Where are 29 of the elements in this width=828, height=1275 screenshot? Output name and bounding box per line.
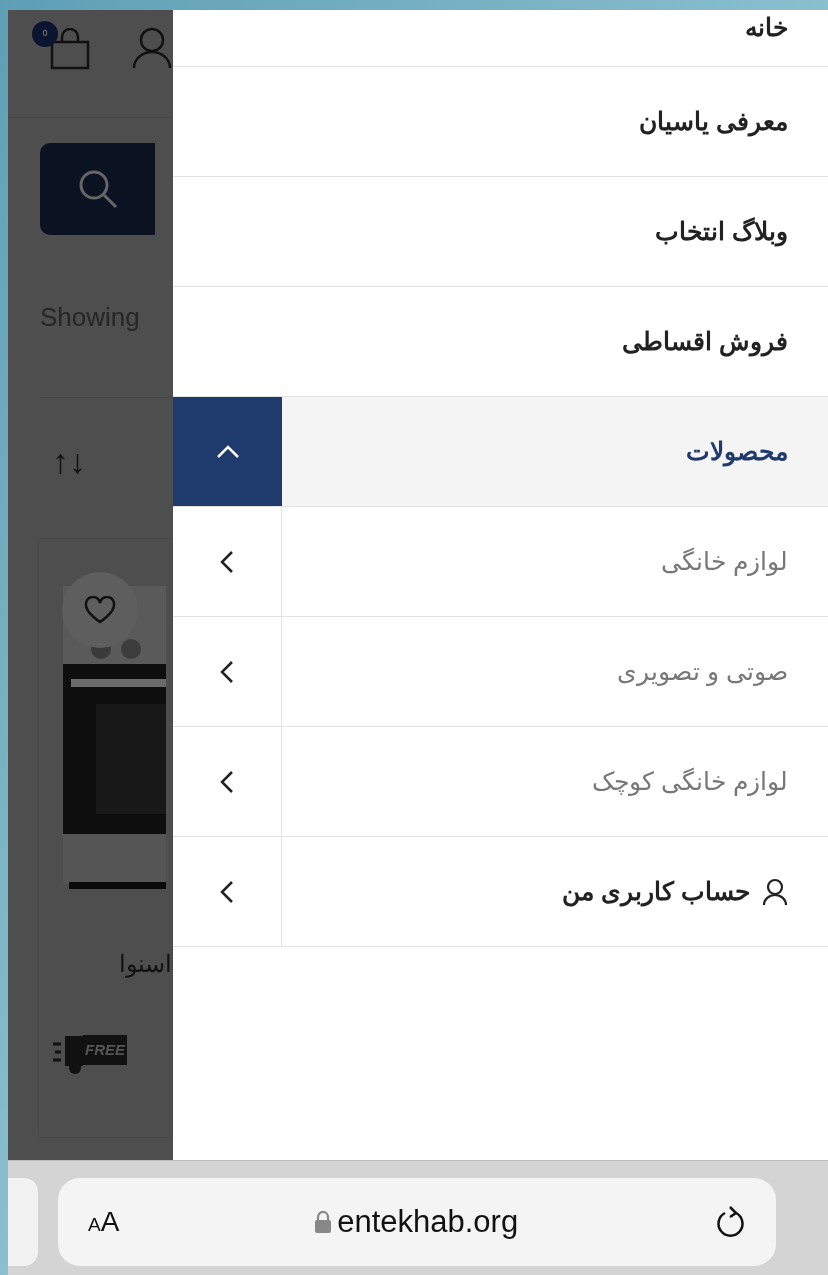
search-button[interactable] [40, 143, 155, 235]
menu-item[interactable]: حساب کاربری من [562, 872, 750, 911]
menu-item[interactable]: فروش اقساطی [622, 322, 788, 361]
shopping-bag-icon[interactable] [48, 28, 92, 70]
free-shipping-badge: FREE [83, 1035, 127, 1065]
chevron-up-icon [215, 444, 240, 459]
menu-item[interactable]: خانه [745, 10, 788, 42]
text-size-button[interactable]: AA [88, 1201, 120, 1243]
tab-pill[interactable] [8, 1178, 38, 1266]
cart-count-badge: 0 [32, 21, 58, 47]
product-title: اسنوا [119, 949, 172, 980]
user-icon[interactable] [132, 26, 172, 68]
menu-item[interactable]: لوازم خانگی کوچک [592, 762, 788, 801]
chevron-left-icon [220, 659, 234, 684]
address-bar[interactable]: AA entekhab.org [58, 1178, 776, 1266]
menu-item[interactable]: محصولات [686, 432, 788, 471]
collapse-button[interactable] [173, 397, 282, 506]
url-text: entekhab.org [337, 1202, 519, 1241]
menu-item[interactable]: لوازم خانگی [661, 542, 788, 581]
menu-item[interactable]: معرفی یاسیان [639, 102, 788, 141]
user-icon [762, 877, 788, 906]
heart-icon [84, 596, 116, 624]
chevron-left-icon [220, 879, 234, 904]
menu-item[interactable]: وبلاگ انتخاب [655, 212, 788, 251]
chevron-left-icon [220, 549, 234, 574]
lock-icon [315, 1211, 332, 1233]
menu-item[interactable]: صوتی و تصویری [617, 652, 788, 691]
chevron-left-icon [220, 769, 234, 794]
reload-icon[interactable] [714, 1205, 746, 1239]
